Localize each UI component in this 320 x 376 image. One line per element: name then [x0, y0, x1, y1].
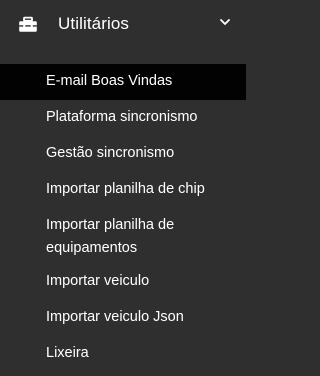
submenu-item-lixeira[interactable]: Lixeira — [0, 336, 246, 372]
submenu-item-plataforma-sincronismo[interactable]: Plataforma sincronismo — [0, 100, 246, 136]
toolbox-icon — [18, 16, 38, 34]
submenu-item-importar-planilha-chip[interactable]: Importar planilha de chip — [0, 172, 246, 208]
submenu-item-importar-planilha-equipamentos[interactable]: Importar planilha de equipamentos — [0, 208, 246, 264]
submenu-item-label: Importar planilha de chip — [46, 181, 205, 197]
submenu-item-importar-veiculo-json[interactable]: Importar veiculo Json — [0, 300, 246, 336]
submenu-item-label: Importar veiculo — [46, 273, 150, 289]
sidebar-menu: Utilitários E-mail Boas Vindas Plataform… — [0, 0, 246, 376]
submenu-item-importar-veiculo[interactable]: Importar veiculo — [0, 264, 246, 300]
submenu-item-label: Lixeira — [46, 345, 89, 361]
submenu-item-label: E-mail Boas Vindas — [46, 73, 173, 89]
submenu-item-label: Importar veiculo Json — [46, 309, 184, 325]
chevron-down-icon[interactable] — [218, 15, 232, 29]
menu-title: Utilitários — [58, 14, 130, 33]
utilities-submenu: E-mail Boas Vindas Plataforma sincronism… — [0, 64, 246, 376]
submenu-item-label: Gestão sincronismo — [46, 145, 175, 161]
submenu-item-label: Plataforma sincronismo — [46, 109, 198, 125]
utilities-menu-header[interactable]: Utilitários — [0, 0, 246, 64]
submenu-item-label: Importar planilha de equipamentos — [46, 217, 175, 256]
submenu-item-email-boas-vindas[interactable]: E-mail Boas Vindas — [0, 64, 246, 100]
submenu-item-gestao-sincronismo[interactable]: Gestão sincronismo — [0, 136, 246, 172]
